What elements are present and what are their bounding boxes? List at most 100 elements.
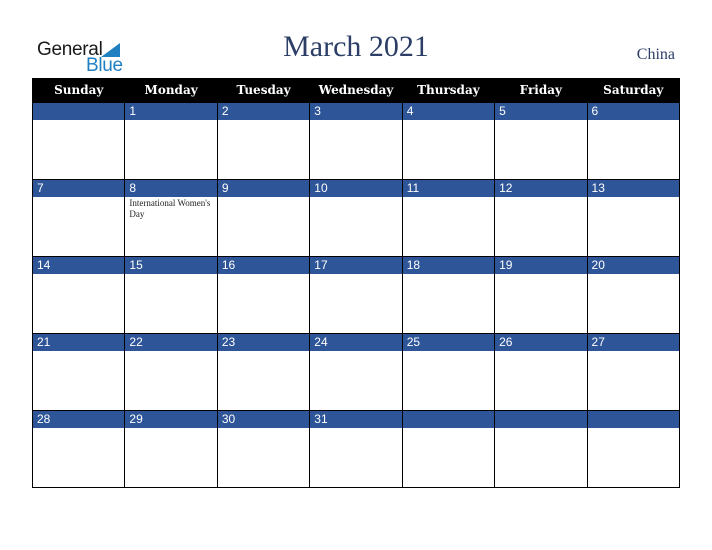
day-number: 5: [495, 103, 587, 120]
day-cell[interactable]: 15: [124, 256, 218, 334]
day-cell-content: 31: [310, 411, 402, 487]
week-row: 123456: [31, 102, 681, 180]
weekday-header-thursday: Thursday: [401, 78, 496, 103]
day-cell[interactable]: 31: [309, 410, 403, 488]
day-cell-content: 8 International Women's Day: [125, 180, 217, 256]
day-cell[interactable]: 29: [124, 410, 218, 488]
day-cell-content: 25: [402, 334, 495, 410]
day-number: [33, 103, 125, 120]
day-cell-content: 29: [125, 411, 217, 487]
weekday-header-tuesday: Tuesday: [216, 78, 311, 103]
day-number: 8: [125, 180, 217, 197]
day-number: 27: [587, 334, 679, 351]
day-cell[interactable]: 25: [401, 333, 496, 411]
day-cell[interactable]: 14: [31, 256, 126, 334]
day-cell[interactable]: 11: [401, 179, 496, 257]
day-cell-content: 13: [587, 180, 679, 256]
day-number: 22: [125, 334, 217, 351]
day-cell-content: 6: [587, 103, 679, 179]
day-cell[interactable]: 19: [494, 256, 588, 334]
weekday-header-row: Sunday Monday Tuesday Wednesday Thursday Frid…: [31, 78, 681, 103]
day-cell-content: 2: [217, 103, 310, 179]
day-number: 16: [217, 257, 310, 274]
day-number: 19: [495, 257, 587, 274]
day-cell[interactable]: 7: [31, 179, 126, 257]
calendar-grid: Sunday Monday Tuesday Wednesday Thursday Frid…: [31, 78, 681, 488]
day-cell-content: 15: [125, 257, 217, 333]
day-cell[interactable]: 4: [401, 102, 496, 180]
weekday-header-saturday: Saturday: [586, 78, 681, 103]
day-cell[interactable]: 16: [216, 256, 311, 334]
day-cell[interactable]: 23: [216, 333, 311, 411]
day-cell[interactable]: [586, 410, 681, 488]
month-title: March 2021: [283, 30, 429, 63]
day-cell-content: 12: [495, 180, 587, 256]
day-cell[interactable]: 3: [309, 102, 403, 180]
day-cell[interactable]: 2: [216, 102, 311, 180]
day-cell[interactable]: 9: [216, 179, 311, 257]
day-cell[interactable]: [401, 410, 496, 488]
day-number: 29: [125, 411, 217, 428]
weekday-header-friday: Friday: [494, 78, 588, 103]
day-number: 31: [310, 411, 402, 428]
day-cell[interactable]: 24: [309, 333, 403, 411]
day-cell[interactable]: 1: [124, 102, 218, 180]
week-row: 14 15 16 17 18 19 20: [31, 256, 681, 334]
day-cell-content: 17: [310, 257, 402, 333]
day-cell-content: 30: [217, 411, 310, 487]
day-cell[interactable]: 27: [586, 333, 681, 411]
day-cell[interactable]: 10: [309, 179, 403, 257]
day-cell[interactable]: 5: [494, 102, 588, 180]
day-cell[interactable]: 8 International Women's Day: [124, 179, 218, 257]
day-cell-content: [33, 103, 125, 179]
day-cell-content: 7: [33, 180, 125, 256]
day-number: 21: [33, 334, 125, 351]
day-cell[interactable]: 22: [124, 333, 218, 411]
day-cell[interactable]: 13: [586, 179, 681, 257]
day-cell-content: [495, 411, 587, 487]
day-cell[interactable]: 18: [401, 256, 496, 334]
day-cell-content: 5: [495, 103, 587, 179]
day-cell-content: 27: [587, 334, 679, 410]
day-number: 4: [402, 103, 495, 120]
day-number: 28: [33, 411, 125, 428]
week-row: 28 29 30 31: [31, 410, 681, 488]
day-cell[interactable]: 20: [586, 256, 681, 334]
day-cell-content: 14: [33, 257, 125, 333]
week-row: 21 22 23 24 25 26 27: [31, 333, 681, 411]
day-number: 14: [33, 257, 125, 274]
day-number: 3: [310, 103, 402, 120]
day-number: 20: [587, 257, 679, 274]
day-cell-content: [402, 411, 495, 487]
day-number: 25: [402, 334, 495, 351]
day-number: 26: [495, 334, 587, 351]
day-cell[interactable]: 28: [31, 410, 126, 488]
day-cell[interactable]: 26: [494, 333, 588, 411]
day-cell-content: 11: [402, 180, 495, 256]
day-cell-content: 28: [33, 411, 125, 487]
weekday-header-monday: Monday: [124, 78, 218, 103]
day-cell-content: 3: [310, 103, 402, 179]
day-cell[interactable]: [31, 102, 126, 180]
day-cell[interactable]: [494, 410, 588, 488]
day-number: 2: [217, 103, 310, 120]
day-cell[interactable]: 30: [216, 410, 311, 488]
day-number: 12: [495, 180, 587, 197]
day-cell-content: 10: [310, 180, 402, 256]
day-cell[interactable]: 12: [494, 179, 588, 257]
day-cell-content: [587, 411, 679, 487]
day-cell[interactable]: 6: [586, 102, 681, 180]
weekday-header-wednesday: Wednesday: [309, 78, 403, 103]
day-number: 17: [310, 257, 402, 274]
day-cell-content: 24: [310, 334, 402, 410]
day-number: 23: [217, 334, 310, 351]
day-cell-content: 23: [217, 334, 310, 410]
day-number: 9: [217, 180, 310, 197]
holiday-event: International Women's Day: [129, 198, 211, 219]
day-cell[interactable]: 21: [31, 333, 126, 411]
day-number: [402, 411, 495, 428]
day-cell-content: 26: [495, 334, 587, 410]
day-number: [587, 411, 679, 428]
day-cell-content: 20: [587, 257, 679, 333]
day-cell[interactable]: 17: [309, 256, 403, 334]
